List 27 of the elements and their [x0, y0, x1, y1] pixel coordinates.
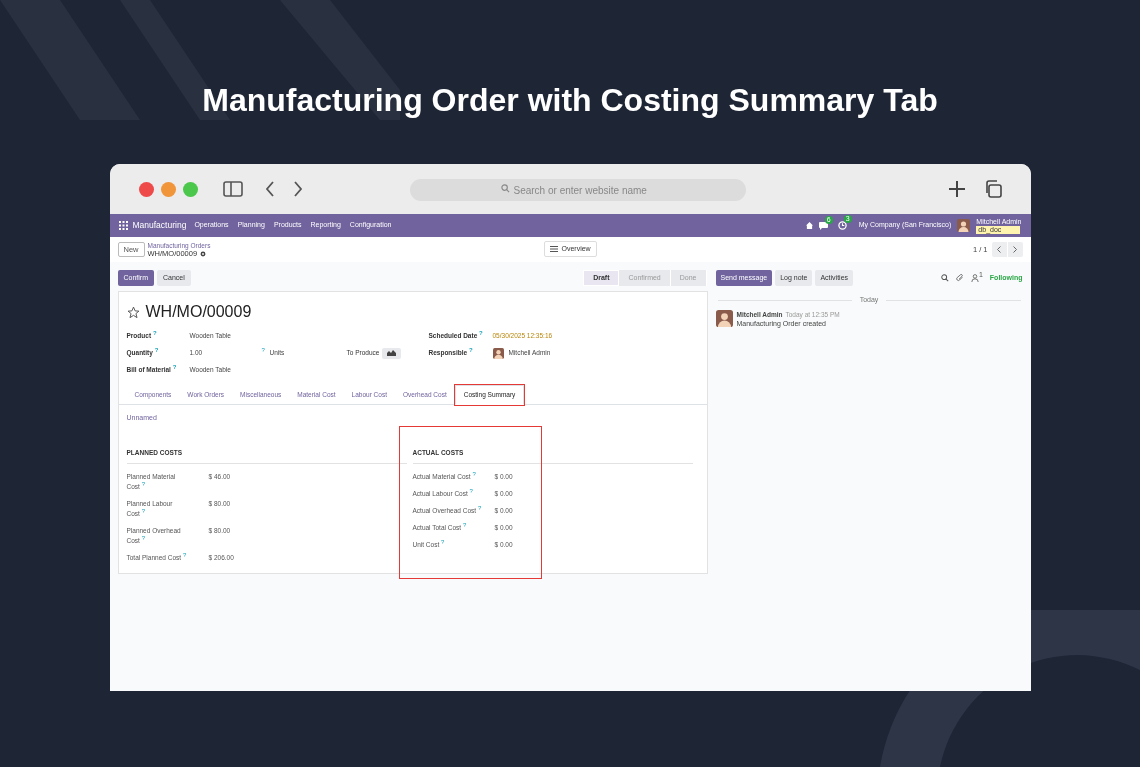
apps-menu-icon[interactable] [118, 221, 128, 230]
record-title: WH/MO/00009 [145, 302, 252, 322]
headline: Manufacturing Order with Costing Summary Tab [202, 81, 938, 120]
new-tab-icon[interactable] [947, 180, 966, 198]
user-icon[interactable] [970, 274, 979, 282]
menu-icon [549, 246, 558, 252]
clock-icon[interactable] [837, 221, 847, 230]
forecast-button[interactable] [382, 347, 402, 359]
chevron-left-icon [997, 246, 1001, 253]
search-icon[interactable] [940, 274, 949, 282]
tabs-icon[interactable] [983, 180, 1002, 198]
user-avatar [715, 309, 733, 327]
forward-icon[interactable] [292, 181, 303, 197]
settings-icon[interactable] [200, 250, 207, 257]
star-icon[interactable] [126, 305, 140, 319]
chart-icon [387, 350, 397, 356]
app-name-link[interactable]: Manufacturing [132, 219, 187, 232]
sidebar-icon[interactable] [222, 181, 243, 197]
home-icon[interactable] [805, 222, 813, 229]
chevron-right-icon [1013, 246, 1017, 253]
paperclip-icon[interactable] [955, 274, 964, 282]
user-avatar [492, 347, 504, 359]
user-avatar[interactable] [957, 219, 971, 232]
back-icon[interactable] [264, 181, 275, 197]
chat-icon[interactable] [818, 221, 828, 230]
search-icon [500, 183, 510, 193]
address-bar[interactable]: Search or enter website name [409, 179, 746, 202]
